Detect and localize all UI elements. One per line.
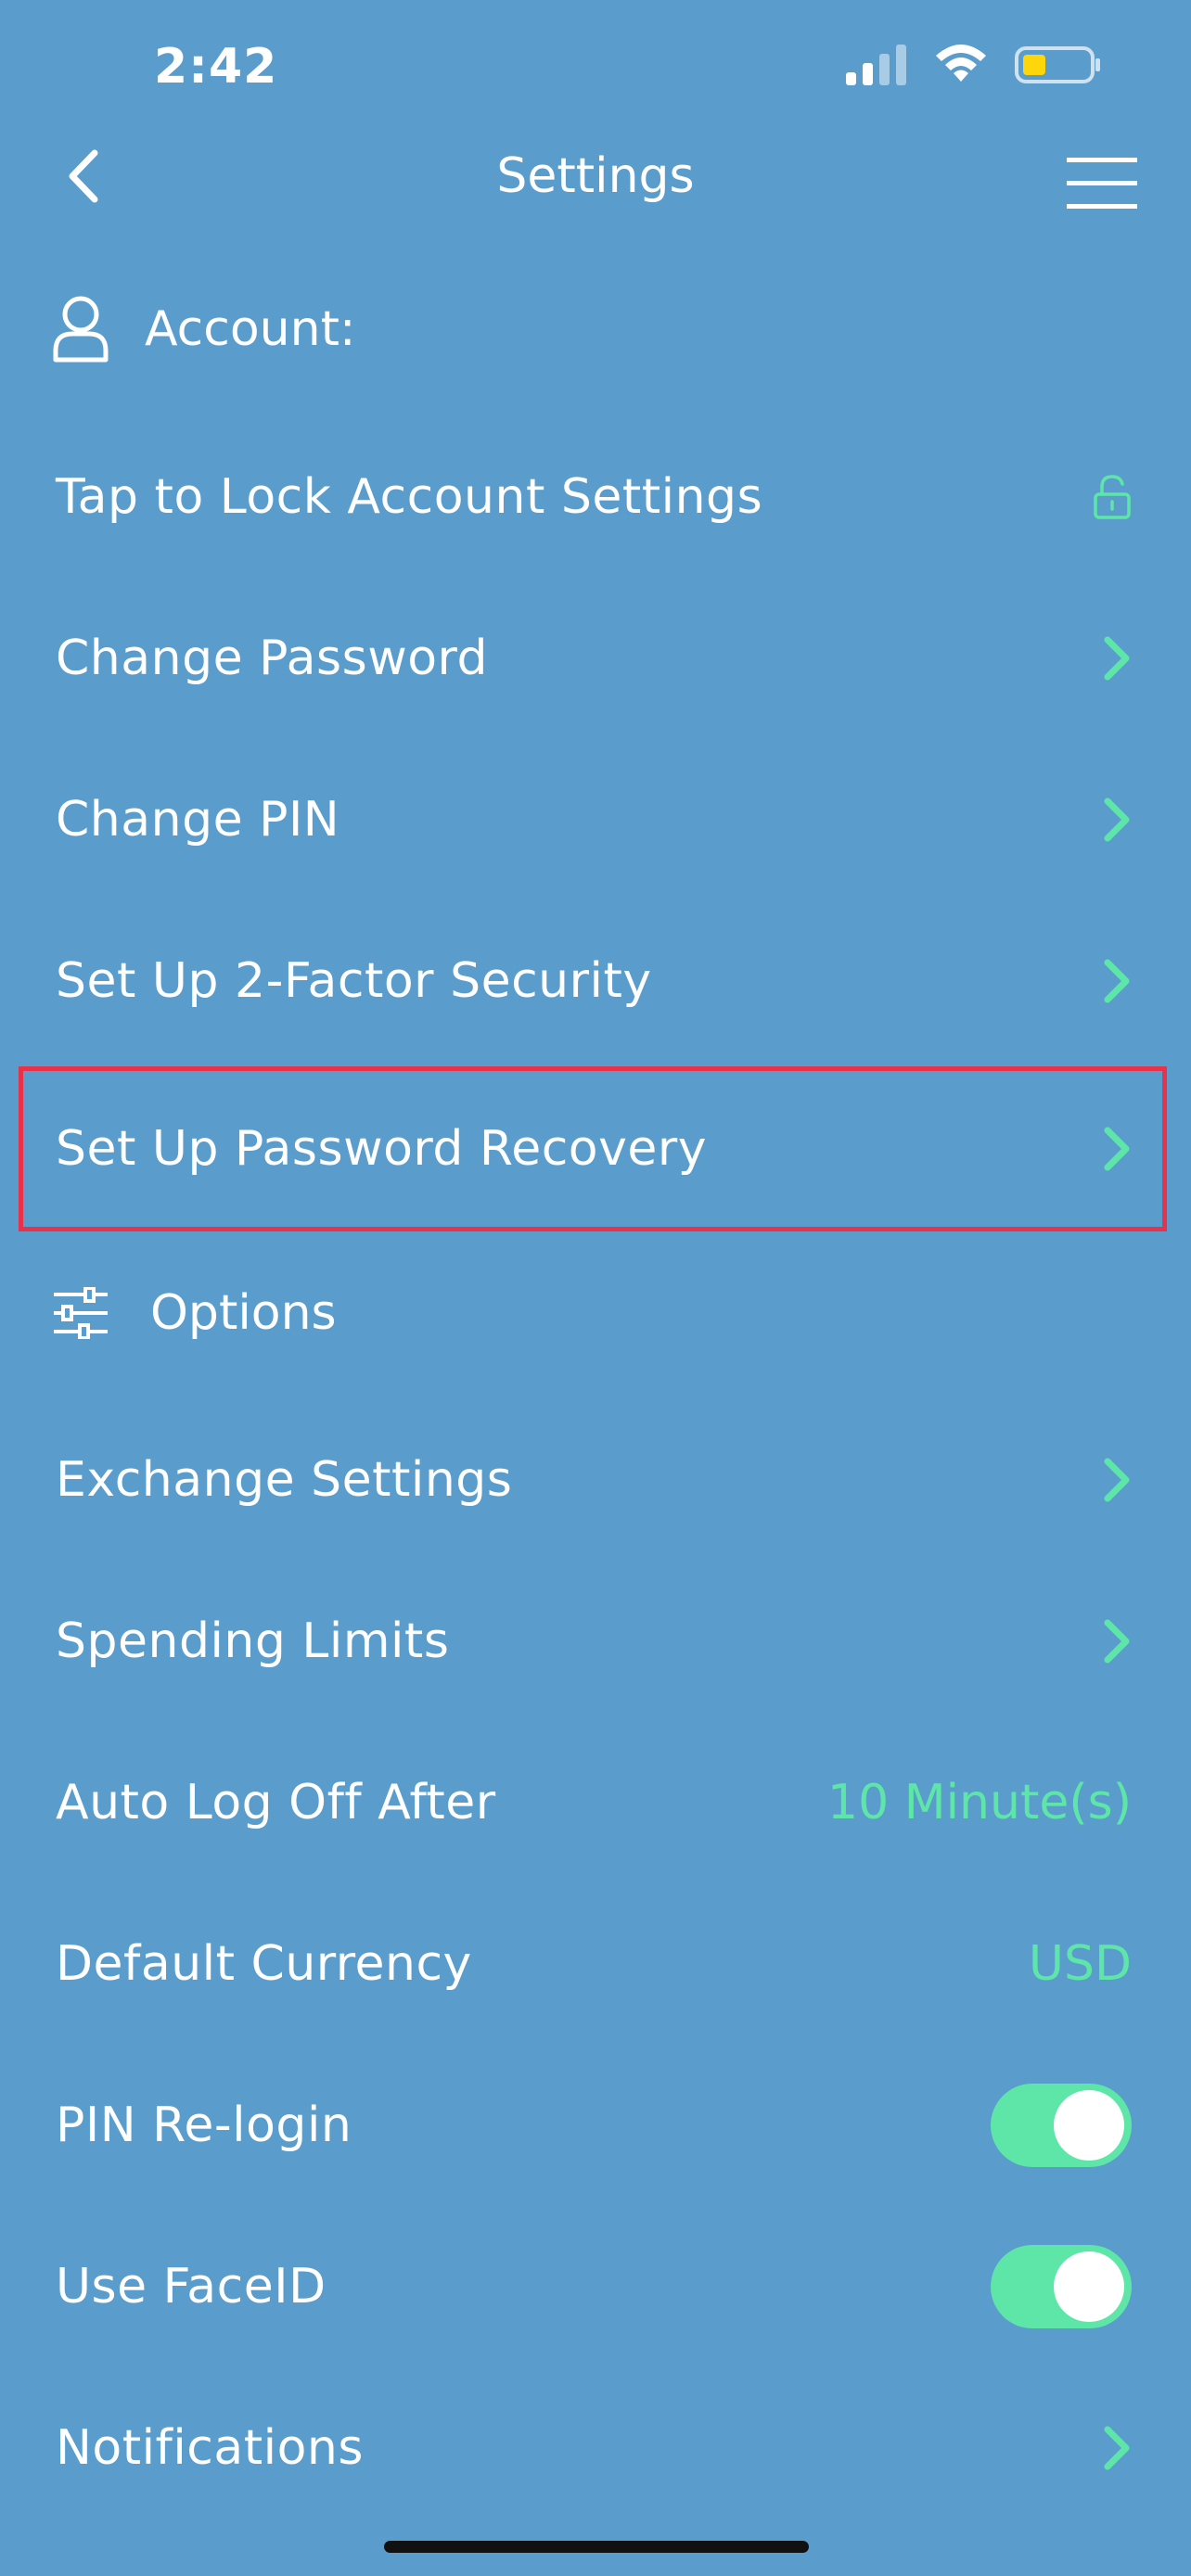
two-factor-security-row[interactable]: Set Up 2-Factor Security (19, 900, 1167, 1062)
spending-limits-row[interactable]: Spending Limits (19, 1561, 1167, 1722)
row-label: Auto Log Off After (56, 1775, 496, 1830)
hamburger-menu-icon (1067, 158, 1137, 209)
chevron-right-icon (1104, 959, 1130, 1003)
status-icons (846, 45, 1102, 85)
pin-relogin-row: PIN Re-login (19, 2045, 1167, 2206)
page-title: Settings (496, 148, 695, 204)
wifi-icon (936, 45, 986, 82)
user-icon (53, 296, 109, 363)
nav-bar: Settings (0, 139, 1191, 260)
chevron-right-icon (1104, 1619, 1130, 1664)
chevron-right-icon (1104, 636, 1130, 681)
row-label: Notifications (56, 2420, 364, 2476)
auto-log-off-value: 10 Minute(s) (827, 1775, 1132, 1830)
cellular-signal-icon (846, 45, 906, 85)
options-section-header: Options (52, 1285, 337, 1341)
account-section-header: Account: (52, 295, 355, 363)
row-label: Change PIN (56, 792, 340, 848)
sliders-icon (54, 1287, 108, 1339)
row-label: Tap to Lock Account Settings (56, 469, 763, 525)
pin-relogin-toggle[interactable] (991, 2084, 1132, 2167)
password-recovery-row[interactable]: Set Up Password Recovery (19, 1066, 1167, 1231)
exchange-settings-row[interactable]: Exchange Settings (19, 1399, 1167, 1561)
row-label: Set Up 2-Factor Security (56, 953, 652, 1009)
chevron-right-icon (1104, 1127, 1130, 1171)
row-label: Set Up Password Recovery (56, 1121, 708, 1177)
default-currency-row[interactable]: Default Currency USD (19, 1883, 1167, 2045)
auto-log-off-row[interactable]: Auto Log Off After 10 Minute(s) (19, 1722, 1167, 1883)
status-bar: 2:42 (0, 0, 1191, 139)
row-label: Spending Limits (56, 1613, 450, 1669)
change-password-row[interactable]: Change Password (19, 578, 1167, 739)
lock-account-settings-row[interactable]: Tap to Lock Account Settings (19, 416, 1167, 578)
change-pin-row[interactable]: Change PIN (19, 739, 1167, 900)
chevron-right-icon (1104, 797, 1130, 842)
menu-button[interactable] (1065, 156, 1139, 211)
options-section-label: Options (150, 1285, 337, 1341)
toggle-knob (1054, 2251, 1124, 2322)
row-label: Use FaceID (56, 2259, 327, 2315)
account-section-label: Account: (145, 301, 356, 357)
toggle-knob (1054, 2090, 1124, 2161)
home-indicator (384, 2541, 809, 2553)
default-currency-value: USD (1028, 1936, 1132, 1992)
status-time: 2:42 (154, 39, 278, 95)
use-faceid-toggle[interactable] (991, 2245, 1132, 2328)
row-label: Default Currency (56, 1936, 472, 1992)
notifications-row[interactable]: Notifications (19, 2367, 1167, 2529)
unlock-icon (1094, 475, 1131, 519)
chevron-right-icon (1104, 2426, 1130, 2470)
use-faceid-row: Use FaceID (19, 2206, 1167, 2367)
row-label: PIN Re-login (56, 2098, 352, 2153)
row-label: Exchange Settings (56, 1452, 513, 1508)
row-label: Change Password (56, 631, 489, 686)
battery-icon (1015, 46, 1100, 83)
chevron-right-icon (1104, 1458, 1130, 1502)
